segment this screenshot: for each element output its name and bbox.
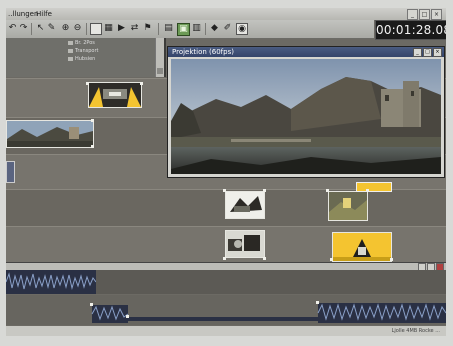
transition-thumbnail [89,83,141,107]
project-item[interactable]: Br. 2Pos [68,40,95,46]
file-icon [68,56,73,61]
preview-window-controls: _ □ × [413,48,442,57]
close-button[interactable]: × [431,9,442,20]
toolbar-separator [31,23,32,35]
project-panel-scrollbar[interactable] [155,38,164,77]
audio-track[interactable] [6,270,446,294]
pencil-tool-icon[interactable]: ✎ [46,23,57,34]
video-clip[interactable] [225,191,265,219]
timeline-scrollbar[interactable] [6,262,446,271]
application-window: ..llungen Hilfe _ □ × ↶ ↷ ↖ ✎ ⊕ ⊖ ▦ ▶ ⇄ … [6,8,446,336]
clip-handle[interactable] [223,189,226,192]
clip-handle[interactable] [223,257,226,260]
clip-thumbnail [226,192,264,218]
menu-item-settings[interactable]: ..llungen [8,10,38,18]
clip-handle[interactable] [326,189,329,192]
preview-title-bar[interactable]: Projektion (60fps) [168,47,444,57]
grid-icon[interactable]: ▦ [103,23,114,34]
preview-minimize-button[interactable]: _ [413,48,422,57]
file-icon [68,48,73,53]
play-icon[interactable]: ▶ [116,23,127,34]
maximize-button[interactable]: □ [419,9,430,20]
select-box-icon[interactable] [90,23,102,35]
undo-icon[interactable]: ↶ [7,23,18,34]
clip-thumbnail [7,121,93,147]
clip-handle[interactable] [316,301,319,304]
toolbar-separator [86,23,87,35]
clip-handle[interactable] [91,145,94,148]
minimize-button[interactable]: _ [407,9,418,20]
timecode-display: 00:01:28.08 [375,20,446,40]
preview-monitor-icon[interactable]: ▣ [177,23,190,36]
toolbar-separator [158,23,159,35]
video-clip[interactable] [328,191,368,221]
file-icon [68,40,73,45]
pointer-tool-icon[interactable]: ↖ [35,23,46,34]
preview-title: Projektion (60fps) [172,48,234,56]
status-text: Ljolle 4MB Rocke ... [391,328,440,334]
preview-close-button[interactable]: × [433,48,442,57]
marker-icon[interactable]: ⚑ [142,23,153,34]
transition-clip[interactable] [88,82,142,108]
preview-window[interactable]: Projektion (60fps) _ □ × [167,46,445,178]
audio-track[interactable] [6,295,446,325]
effects-icon[interactable]: ◆ [209,23,220,34]
project-item-label: Hubsien [75,56,96,62]
record-icon[interactable]: ◉ [236,23,248,35]
clip-handle[interactable] [330,258,333,261]
trash-icon[interactable]: ▥ [191,23,202,34]
menu-item-help[interactable]: Hilfe [36,10,52,18]
video-clip[interactable] [6,120,94,148]
clip-thumbnail [329,192,367,220]
transition-clip[interactable] [356,182,392,192]
video-clip[interactable] [225,230,265,258]
brush-icon[interactable]: ✐ [222,23,233,34]
preview-image [171,59,441,174]
clip-handle[interactable] [91,119,94,122]
window-controls: _ □ × [407,9,442,20]
preview-maximize-button[interactable]: □ [423,48,432,57]
audio-waveform [6,270,96,294]
loop-icon[interactable]: ⇄ [129,23,140,34]
clip-handle[interactable] [86,82,89,85]
clip-handle[interactable] [390,258,393,261]
project-item[interactable]: Transport [68,48,98,54]
video-clip-fragment[interactable] [6,161,15,183]
clip-handle[interactable] [366,189,369,192]
zoom-out-icon[interactable]: ⊖ [72,23,83,34]
transition-clip[interactable] [332,232,392,262]
clip-handle[interactable] [263,189,266,192]
clip-handle[interactable] [90,303,93,306]
project-item-label: Br. 2Pos [75,40,95,46]
transition-thumbnail [333,233,391,261]
status-bar: Ljolle 4MB Rocke ... [6,326,446,336]
audio-waveform [91,303,446,323]
menu-bar: ..llungen Hilfe _ □ × [6,8,446,20]
clip-thumbnail [226,231,264,257]
project-panel: Br. 2Pos Transport Hubsien [6,38,166,77]
film-strip-icon[interactable]: ▤ [163,23,174,34]
zoom-in-icon[interactable]: ⊕ [60,23,71,34]
redo-icon[interactable]: ↷ [18,23,29,34]
clip-handle[interactable] [140,82,143,85]
clip-handle[interactable] [263,257,266,260]
project-item-label: Transport [75,48,99,54]
toolbar-separator [205,23,206,35]
toolbar: ↶ ↷ ↖ ✎ ⊕ ⊖ ▦ ▶ ⇄ ⚑ ▤ ▣ ▥ ◆ ✐ ◉ [6,20,374,39]
clip-handle[interactable] [126,315,129,318]
project-item[interactable]: Hubsien [68,56,95,62]
